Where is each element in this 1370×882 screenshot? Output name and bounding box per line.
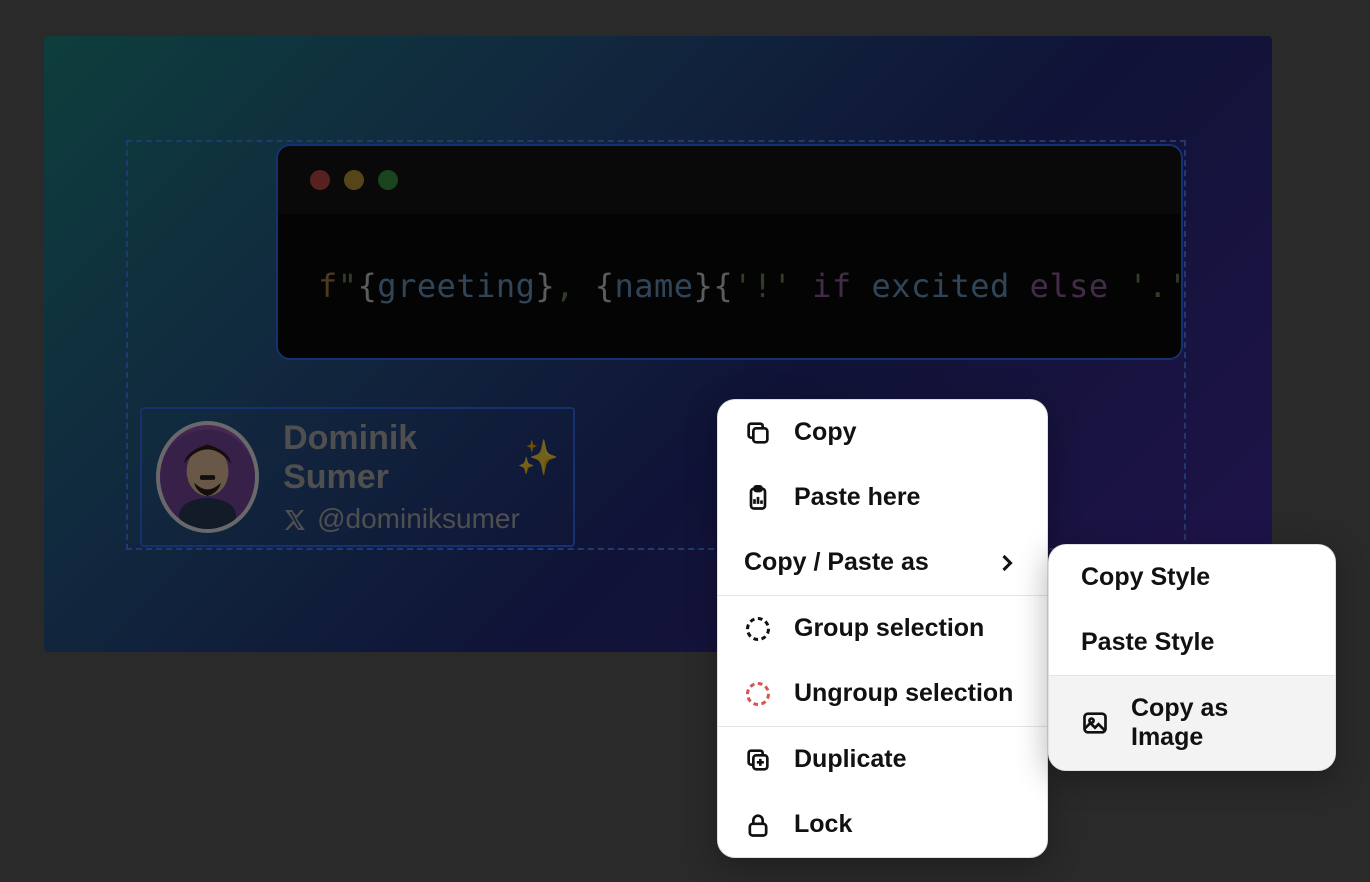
author-name: Dominik Sumer ✨ xyxy=(283,419,559,497)
menu-item-label: Ungroup selection xyxy=(794,679,1013,708)
image-icon xyxy=(1081,709,1109,737)
code-token: '!' xyxy=(733,267,812,305)
code-token: { xyxy=(358,267,378,305)
author-handle: @dominiksumer xyxy=(283,503,559,535)
author-handle-label: @dominiksumer xyxy=(317,503,520,535)
submenu-item-copy-style[interactable]: Copy Style xyxy=(1049,545,1335,610)
author-text: Dominik Sumer ✨ @dominiksumer xyxy=(283,419,559,535)
code-content: f"{greeting}, {name}{'!' if excited else… xyxy=(278,214,1181,358)
menu-item-label: Group selection xyxy=(794,614,984,643)
avatar xyxy=(156,421,259,533)
menu-item-lock[interactable]: Lock xyxy=(718,792,1047,857)
code-token: " xyxy=(338,267,358,305)
code-window[interactable]: f"{greeting}, {name}{'!' if excited else… xyxy=(276,144,1183,360)
ungroup-icon xyxy=(744,680,772,708)
author-name-label: Dominik Sumer xyxy=(283,419,507,497)
code-token: '.' xyxy=(1128,267,1183,305)
code-token: } xyxy=(535,267,555,305)
close-icon xyxy=(310,170,330,190)
code-token: excited xyxy=(871,267,1029,305)
code-token: f xyxy=(318,267,338,305)
author-card[interactable]: Dominik Sumer ✨ @dominiksumer xyxy=(140,407,575,547)
menu-item-label: Paste here xyxy=(794,483,920,512)
menu-item-label: Paste Style xyxy=(1081,628,1214,657)
menu-item-group[interactable]: Group selection xyxy=(718,596,1047,661)
clipboard-icon xyxy=(744,484,772,512)
window-traffic-lights xyxy=(278,146,1181,214)
menu-item-label: Duplicate xyxy=(794,745,907,774)
code-token: { xyxy=(713,267,733,305)
code-token: } xyxy=(694,267,714,305)
code-token: name xyxy=(614,267,693,305)
menu-item-paste-here[interactable]: Paste here xyxy=(718,465,1047,530)
context-menu: Copy Paste here Copy / Paste as Group se… xyxy=(717,399,1048,858)
group-icon xyxy=(744,615,772,643)
menu-item-copy-paste-as[interactable]: Copy / Paste as xyxy=(718,530,1047,596)
code-token: greeting xyxy=(377,267,535,305)
x-icon xyxy=(283,507,307,531)
maximize-icon xyxy=(378,170,398,190)
code-token: , xyxy=(555,267,595,305)
menu-item-duplicate[interactable]: Duplicate xyxy=(718,727,1047,792)
code-token: if xyxy=(812,267,871,305)
submenu-item-copy-as-image[interactable]: Copy as Image xyxy=(1049,676,1335,770)
lock-icon xyxy=(744,811,772,839)
menu-item-ungroup[interactable]: Ungroup selection xyxy=(718,661,1047,726)
duplicate-icon xyxy=(744,746,772,774)
menu-item-label: Copy as Image xyxy=(1131,694,1303,752)
menu-item-label: Copy Style xyxy=(1081,563,1210,592)
menu-item-copy[interactable]: Copy xyxy=(718,400,1047,465)
minimize-icon xyxy=(344,170,364,190)
menu-item-label: Lock xyxy=(794,810,852,839)
menu-item-label: Copy / Paste as xyxy=(744,548,929,577)
context-submenu: Copy Style Paste Style Copy as Image xyxy=(1048,544,1336,771)
chevron-right-icon xyxy=(993,549,1021,577)
code-token: else xyxy=(1030,267,1129,305)
code-token: { xyxy=(595,267,615,305)
sparkles-icon: ✨ xyxy=(517,438,559,478)
copy-icon xyxy=(744,419,772,447)
submenu-item-paste-style[interactable]: Paste Style xyxy=(1049,610,1335,675)
menu-item-label: Copy xyxy=(794,418,857,447)
